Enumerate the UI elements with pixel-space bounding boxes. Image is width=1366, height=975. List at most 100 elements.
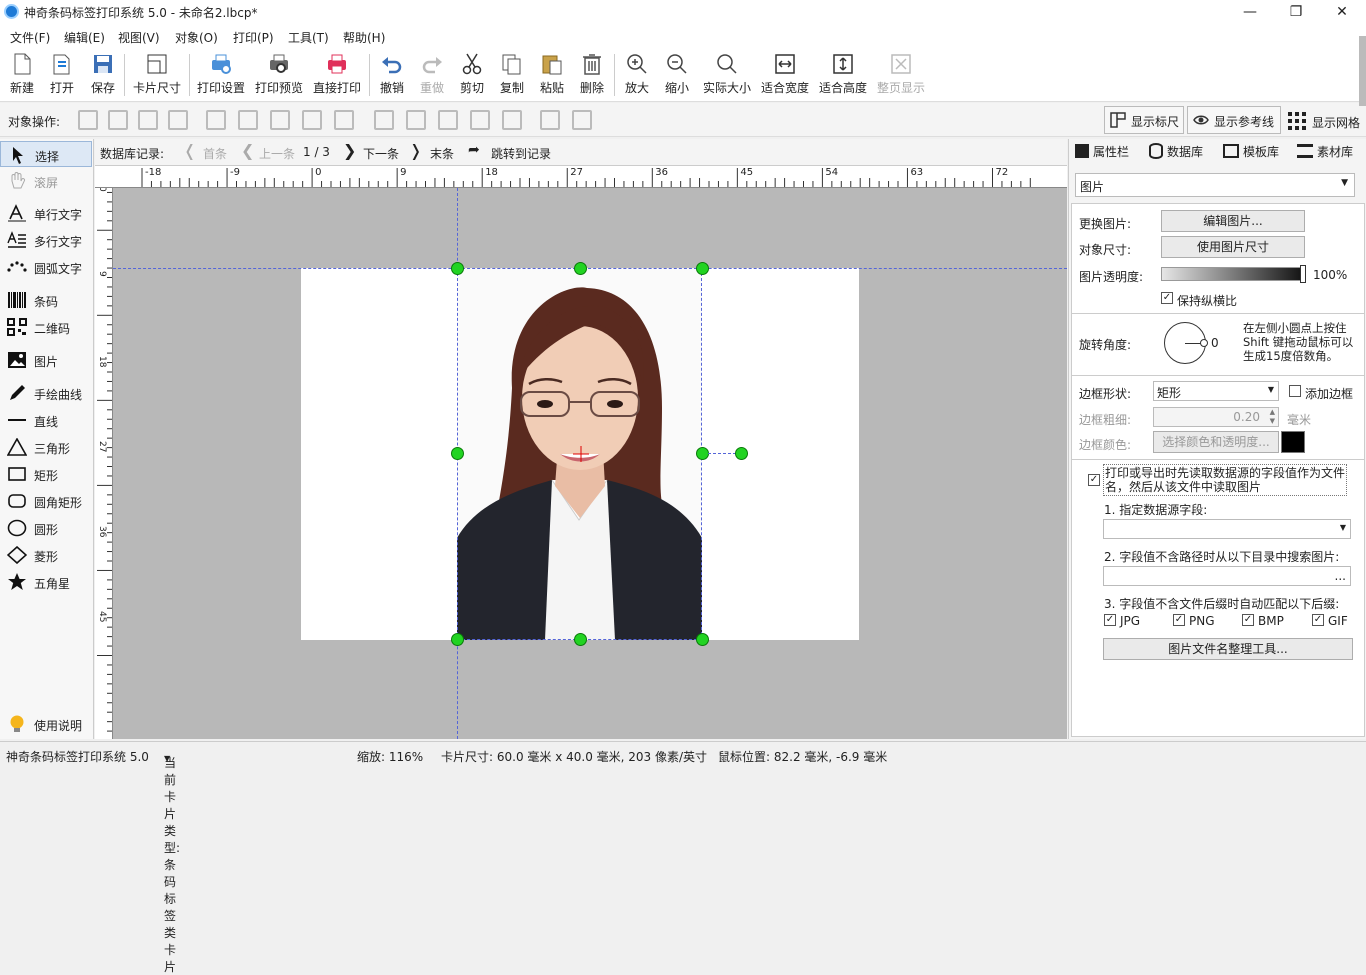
menu-tools[interactable]: 工具(T) (288, 29, 329, 46)
design-canvas[interactable] (113, 188, 1067, 739)
tool-rounded-rectangle[interactable]: 圆角矩形 (0, 488, 92, 514)
tool-rectangle[interactable]: 矩形 (0, 461, 92, 487)
print-preview-button[interactable]: 打印预览 (254, 52, 304, 96)
ext-png-checkbox[interactable]: ✓ (1173, 614, 1185, 626)
opacity-slider-thumb[interactable] (1300, 265, 1306, 283)
spinner-icon[interactable]: ▲ ▼ (1270, 408, 1275, 426)
align-top-icon[interactable] (374, 110, 394, 130)
tool-star[interactable]: 五角星 (0, 569, 92, 595)
same-height-icon[interactable] (470, 110, 490, 130)
browse-button[interactable]: ... (1335, 569, 1346, 583)
menu-help[interactable]: 帮助(H) (343, 29, 385, 46)
copy-button[interactable]: 复制 (498, 52, 526, 96)
border-shape-select[interactable]: 矩形 ▼ (1153, 381, 1279, 401)
next-record-button[interactable]: 下一条 (363, 145, 399, 162)
show-guides-toggle[interactable]: 显示参考线 (1187, 106, 1281, 134)
tool-circle[interactable]: 圆形 (0, 515, 92, 541)
group-icon[interactable] (540, 110, 560, 130)
align-bottom-icon[interactable] (438, 110, 458, 130)
zoom-out-button[interactable]: 缩小 (663, 52, 691, 96)
distribute-vertical-icon[interactable] (502, 110, 522, 130)
align-middle-icon[interactable] (406, 110, 426, 130)
card-size-button[interactable]: 卡片尺寸 (132, 52, 182, 96)
resize-handle-top-right[interactable] (696, 262, 709, 275)
tool-single-line-text[interactable]: 单行文字 (0, 200, 92, 226)
help-button[interactable]: 使用说明 (0, 711, 92, 737)
border-width-input[interactable]: 0.20 ▲ ▼ (1153, 407, 1279, 427)
tool-freehand[interactable]: 手绘曲线 (0, 380, 92, 406)
menu-print[interactable]: 打印(P) (233, 29, 274, 46)
resize-handle-top-left[interactable] (451, 262, 464, 275)
tool-image[interactable]: 图片 (0, 347, 92, 373)
border-color-swatch[interactable] (1281, 431, 1305, 453)
data-field-select[interactable]: ▼ (1103, 519, 1351, 539)
menu-edit[interactable]: 编辑(E) (64, 29, 105, 46)
undo-button[interactable]: 撤销 (378, 52, 406, 96)
first-record-button[interactable]: 首条 (203, 145, 227, 162)
rotation-dial-knob[interactable] (1200, 339, 1208, 347)
ungroup-icon[interactable] (572, 110, 592, 130)
distribute-horizontal-icon[interactable] (334, 110, 354, 130)
align-right-icon[interactable] (270, 110, 290, 130)
border-color-button[interactable]: 选择颜色和透明度... (1153, 431, 1279, 453)
align-center-icon[interactable] (238, 110, 258, 130)
save-button[interactable]: 保存 (89, 52, 117, 96)
same-width-icon[interactable] (302, 110, 322, 130)
show-ruler-toggle[interactable]: 显示标尺 (1104, 106, 1184, 134)
tool-line[interactable]: 直线 (0, 407, 92, 433)
object-type-select[interactable]: 图片 ▼ (1075, 173, 1355, 197)
tool-diamond[interactable]: 菱形 (0, 542, 92, 568)
tab-materials[interactable]: 素材库 (1297, 143, 1353, 160)
tool-qrcode[interactable]: 二维码 (0, 314, 92, 340)
rotate-handle[interactable] (735, 447, 748, 460)
minimize-button[interactable]: — (1230, 2, 1270, 22)
tool-triangle[interactable]: 三角形 (0, 434, 92, 460)
rotation-dial[interactable] (1164, 322, 1208, 364)
restore-button[interactable]: ❐ (1276, 2, 1316, 22)
new-button[interactable]: 新建 (8, 52, 36, 96)
scrollbar-thumb[interactable] (1359, 36, 1366, 106)
align-left-icon[interactable] (206, 110, 226, 130)
send-backward-icon[interactable] (138, 110, 158, 130)
bring-forward-icon[interactable] (108, 110, 128, 130)
resize-handle-top[interactable] (574, 262, 587, 275)
menu-object[interactable]: 对象(O) (175, 29, 218, 46)
fit-width-button[interactable]: 适合宽度 (760, 52, 810, 96)
use-image-size-button[interactable]: 使用图片尺寸 (1161, 236, 1305, 258)
tool-scroll[interactable]: 滚屏 (0, 168, 92, 194)
actual-size-button[interactable]: 实际大小 (701, 52, 753, 96)
redo-button[interactable]: 重做 (418, 52, 446, 96)
tool-arc-text[interactable]: 圆弧文字 (0, 254, 92, 280)
paste-button[interactable]: 粘贴 (538, 52, 566, 96)
prev-record-button[interactable]: 上一条 (259, 145, 295, 162)
opacity-slider[interactable] (1161, 265, 1306, 283)
ext-gif-checkbox[interactable]: ✓ (1312, 614, 1324, 626)
bring-to-front-icon[interactable] (78, 110, 98, 130)
ext-bmp-checkbox[interactable]: ✓ (1242, 614, 1254, 626)
resize-handle-bottom-right[interactable] (696, 633, 709, 646)
filename-tidy-tool-button[interactable]: 图片文件名整理工具... (1103, 638, 1353, 660)
resize-handle-bottom[interactable] (574, 633, 587, 646)
show-grid-toggle[interactable]: 显示网格 (1286, 106, 1366, 134)
tab-properties[interactable]: 属性栏 (1075, 143, 1129, 160)
full-page-button[interactable]: 整页显示 (876, 52, 926, 96)
direct-print-button[interactable]: 直接打印 (312, 52, 362, 96)
jump-to-record-button[interactable]: 跳转到记录 (491, 145, 551, 162)
send-to-back-icon[interactable] (168, 110, 188, 130)
tool-select[interactable]: 选择 (0, 141, 92, 167)
ext-jpg-checkbox[interactable]: ✓ (1104, 614, 1116, 626)
print-setup-button[interactable]: 打印设置 (196, 52, 246, 96)
read-from-field-checkbox[interactable]: ✓ (1088, 474, 1100, 486)
add-border-checkbox[interactable] (1289, 385, 1301, 397)
search-directory-input[interactable]: ... (1103, 566, 1351, 586)
tab-templates[interactable]: 模板库 (1223, 143, 1279, 160)
open-button[interactable]: 打开 (48, 52, 76, 96)
resize-handle-left[interactable] (451, 447, 464, 460)
resize-handle-bottom-left[interactable] (451, 633, 464, 646)
last-record-button[interactable]: 末条 (430, 145, 454, 162)
menu-file[interactable]: 文件(F) (10, 29, 50, 46)
menu-view[interactable]: 视图(V) (118, 29, 160, 46)
tool-barcode[interactable]: 条码 (0, 287, 92, 313)
cut-button[interactable]: 剪切 (458, 52, 486, 96)
close-button[interactable]: ✕ (1322, 2, 1362, 22)
